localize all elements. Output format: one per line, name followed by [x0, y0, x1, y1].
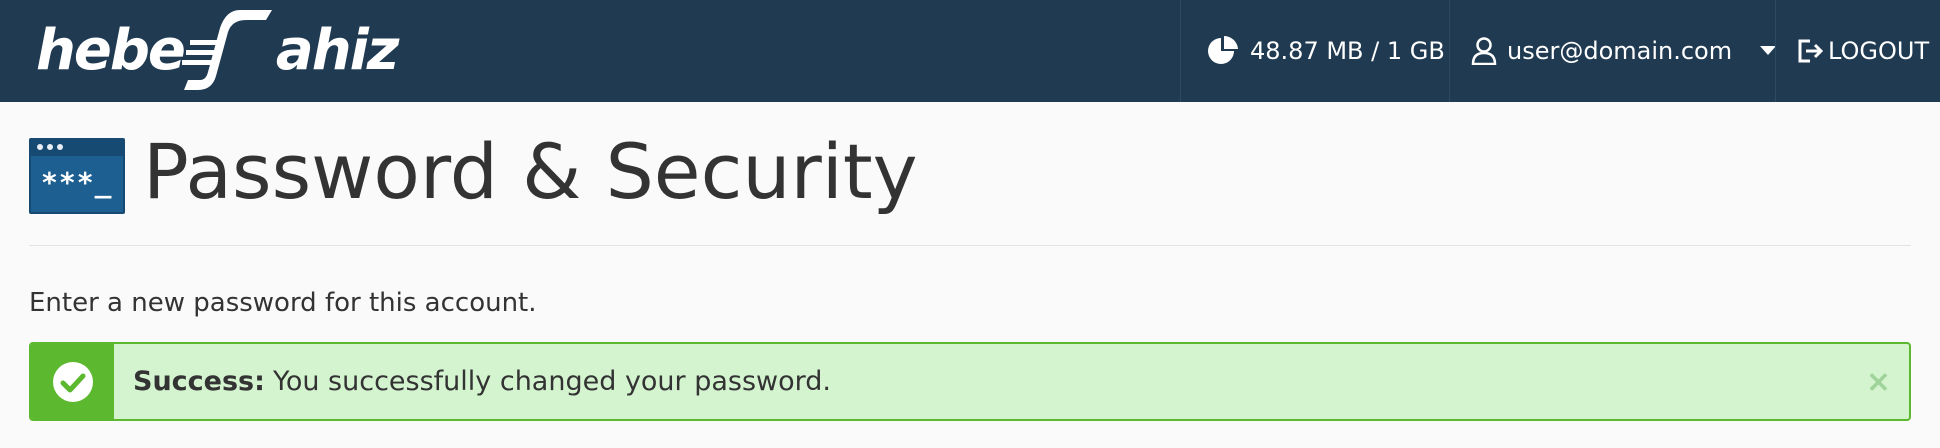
logout-button[interactable]: LOGOUT — [1775, 0, 1940, 102]
chevron-down-icon — [1760, 46, 1777, 56]
user-icon — [1471, 37, 1497, 65]
password-window-icon: ***_ — [29, 138, 125, 214]
brand-logo-right: ahiz — [275, 18, 399, 83]
brand-logo-mark-icon — [181, 10, 272, 90]
logout-icon — [1796, 38, 1824, 64]
alert-message: Success: You successfully changed your p… — [133, 344, 831, 419]
password-mask-text: ***_ — [41, 166, 113, 199]
page-title: Password & Security — [143, 127, 918, 216]
top-nav: 48.87 MB / 1 GB user@domain.com LOGOUT — [1180, 0, 1940, 102]
page-header: ***_ Password & Security — [29, 126, 1911, 246]
brand-logo[interactable]: hebe ahiz — [36, 6, 399, 96]
success-alert: Success: You successfully changed your p… — [29, 342, 1911, 421]
close-icon[interactable]: × — [1866, 364, 1891, 399]
alert-text: You successfully changed your password. — [272, 366, 831, 397]
disk-usage[interactable]: 48.87 MB / 1 GB — [1180, 0, 1449, 102]
brand-logo-left: hebe — [36, 18, 186, 83]
pie-chart-icon — [1206, 34, 1240, 68]
user-menu[interactable]: user@domain.com — [1449, 0, 1777, 102]
user-email: user@domain.com — [1507, 37, 1733, 65]
logout-label: LOGOUT — [1828, 37, 1930, 65]
alert-label: Success: — [133, 366, 265, 397]
instruction-text: Enter a new password for this account. — [29, 288, 537, 318]
alert-icon-box — [31, 344, 114, 419]
check-circle-icon — [52, 361, 93, 402]
disk-usage-text: 48.87 MB / 1 GB — [1250, 37, 1445, 65]
top-navbar: hebe ahiz 48.87 MB / 1 GB user@domain.co… — [0, 0, 1940, 102]
